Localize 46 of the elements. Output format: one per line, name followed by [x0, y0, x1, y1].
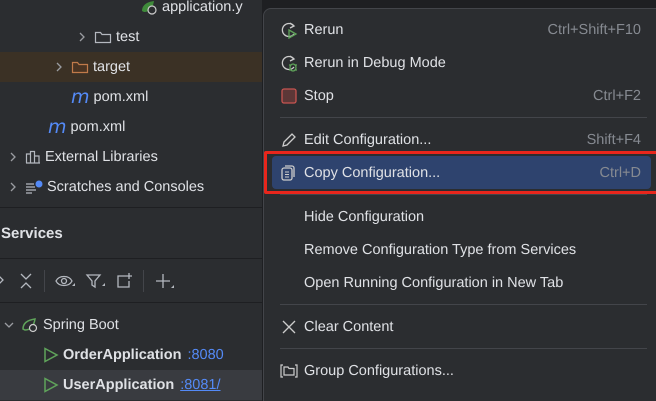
tree-item[interactable]: application.y	[162, 0, 243, 15]
tree-item[interactable]: Scratches and Consoles	[47, 179, 204, 195]
menu-item[interactable]: Clear Content	[272, 310, 651, 343]
collapse-all-icon[interactable]	[18, 272, 34, 290]
shortcut-text: Ctrl+D	[600, 164, 641, 180]
tree-item[interactable]: test	[116, 29, 140, 45]
maven-file-icon: m	[48, 118, 67, 136]
folder-icon	[71, 60, 89, 74]
scratches-icon	[25, 180, 43, 194]
menu-item[interactable]: Stop Ctrl+F2	[272, 79, 651, 112]
folder-group-icon	[280, 362, 298, 380]
menu-item[interactable]: Copy Configuration... Ctrl+D	[272, 156, 651, 189]
service-row[interactable]: OrderApplication :8080	[0, 340, 262, 370]
pencil-icon	[280, 130, 298, 148]
service-row[interactable]: UserApplication :8081/	[0, 370, 262, 400]
menu-item[interactable]: Group Configurations...	[272, 354, 651, 387]
menu-item[interactable]: Rerun Ctrl+Shift+F10	[272, 13, 651, 46]
library-icon	[25, 150, 41, 164]
run-triangle-icon	[43, 377, 59, 393]
rerun-icon	[280, 20, 298, 38]
maven-file-icon: m	[71, 88, 90, 106]
shortcut-text: Shift+F4	[586, 132, 641, 148]
shortcut-text: Ctrl+Shift+F10	[548, 22, 641, 38]
rerun-bug-icon	[280, 54, 298, 72]
filter-icon[interactable]	[85, 272, 105, 290]
shortcut-text: Ctrl+F2	[593, 88, 641, 104]
add-icon[interactable]	[154, 272, 174, 290]
menu-item[interactable]: Edit Configuration... Shift+F4	[272, 123, 651, 156]
tree-item[interactable]: pom.xml	[94, 89, 148, 105]
menu-item[interactable]: Open Running Configuration in New Tab	[272, 266, 651, 299]
tree-item[interactable]: External Libraries	[45, 149, 158, 165]
panel-title: Services	[1, 224, 63, 242]
run-triangle-icon	[43, 347, 59, 363]
chevron-down-icon	[4, 320, 14, 330]
port-link[interactable]: :8080	[187, 347, 224, 363]
leaf-power-icon	[21, 317, 39, 333]
folder-icon	[94, 30, 112, 44]
tree-item[interactable]: pom.xml	[70, 119, 126, 135]
menu-item[interactable]: Remove Configuration Type from Services	[272, 233, 651, 266]
stop-icon	[280, 86, 298, 104]
menu-item[interactable]: Rerun in Debug Mode	[272, 46, 651, 79]
add-tab-icon[interactable]	[115, 272, 133, 290]
service-row[interactable]: Spring Boot	[0, 310, 262, 340]
tree-item[interactable]: target	[93, 59, 130, 75]
menu-item[interactable]: Hide Configuration	[272, 200, 651, 233]
close-icon	[280, 318, 298, 336]
